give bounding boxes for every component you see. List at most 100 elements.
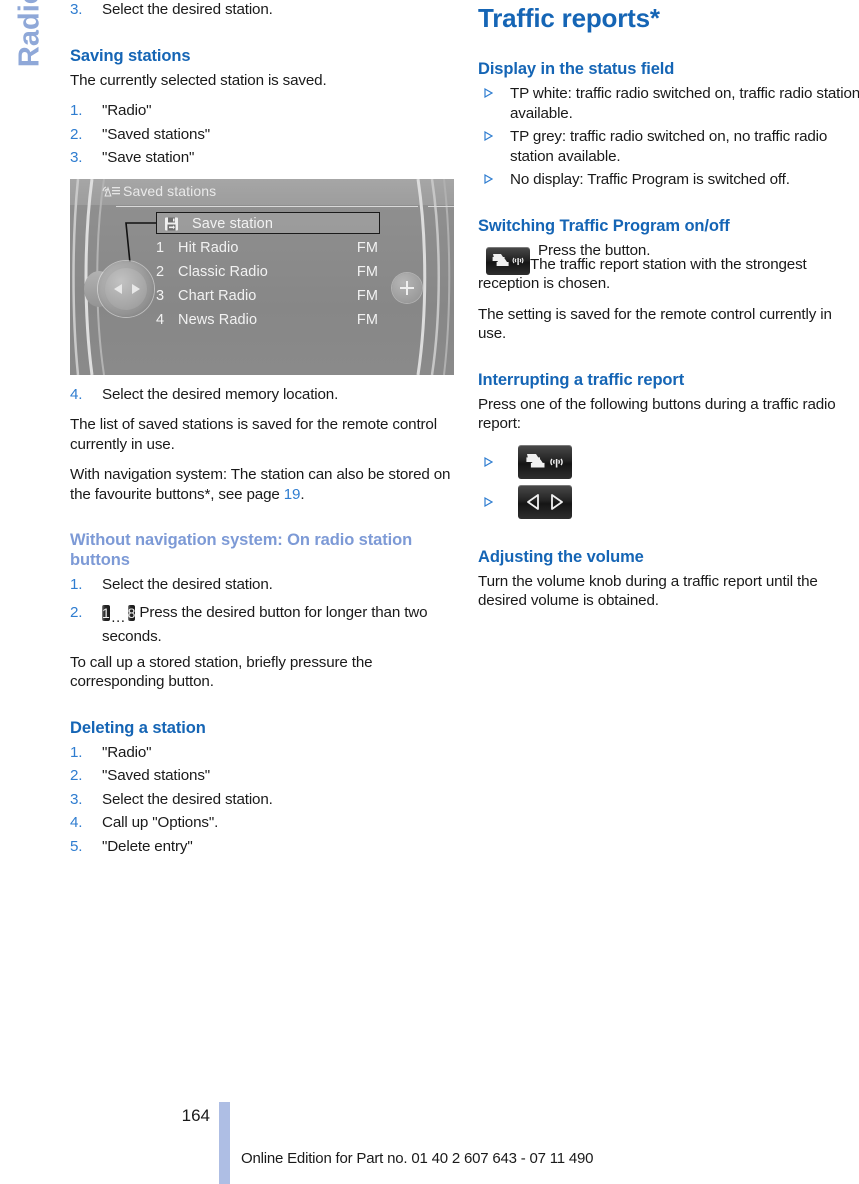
- triangle-bullet-icon: [484, 174, 493, 184]
- deleting-steps: 1. "Radio" 2. "Saved stations" 3. Select…: [70, 743, 454, 857]
- step-number: 2.: [70, 603, 83, 621]
- preset-button-8-icon[interactable]: 8: [127, 604, 135, 621]
- plus-icon[interactable]: [392, 272, 422, 303]
- list-item: No display: Traffic Program is switched …: [478, 170, 859, 190]
- controller-right-arrow-icon: [132, 283, 140, 294]
- list-item: TP white: traffic radio switched on, tra…: [478, 84, 859, 123]
- step-text: "Saved stations": [102, 125, 211, 143]
- page-number: 164: [181, 1106, 210, 1125]
- station-name: Classic Radio: [178, 263, 268, 280]
- bullet-text: TP grey: traffic radio switched on, no t…: [510, 128, 828, 165]
- idrive-header-rule: [116, 205, 418, 207]
- adjusting-volume-para: Turn the volume knob during a traffic re…: [478, 572, 818, 610]
- antenna-list-icon: [102, 185, 120, 197]
- step-text: Select the desired station.: [102, 790, 273, 808]
- page-footer: 164 Online Edition for Part no. 01 40 2 …: [0, 1102, 859, 1184]
- station-name: News Radio: [178, 311, 258, 328]
- idrive-station-row[interactable]: 1 Hit Radio FM: [156, 236, 380, 260]
- chapter-side-tab-label: Radio: [13, 0, 46, 68]
- step-text: "Save station": [102, 149, 195, 166]
- interrupting-bullets: [478, 445, 859, 521]
- step-text: Select the desired station.: [102, 1, 273, 18]
- manual-page: Radio 3. Select the desired station. Sav…: [0, 0, 859, 1184]
- step-number: 4.: [70, 385, 83, 403]
- idrive-station-row[interactable]: 4 News Radio FM: [156, 308, 380, 332]
- seek-left-right-button-icon[interactable]: [518, 485, 572, 520]
- station-band: FM: [356, 287, 378, 304]
- step-text: "Radio": [102, 743, 152, 761]
- ellipsis-separator: …: [110, 608, 127, 626]
- idrive-screen-illustration: Saved stations Save station 1 Hit Radio …: [70, 178, 454, 375]
- idrive-header-rule-right: [428, 205, 454, 207]
- list-item: 3. "Save station": [70, 148, 454, 168]
- triangle-bullet-icon: [484, 88, 493, 98]
- list-item: 5. "Delete entry": [70, 837, 454, 857]
- bullet-text: No display: Traffic Program is switched …: [510, 171, 790, 188]
- station-index: 4: [156, 311, 165, 328]
- step-text: Select the desired station.: [102, 576, 273, 593]
- step-text: Press the desired button for longer than…: [102, 603, 428, 645]
- edition-notice: Online Edition for Part no. 01 40 2 607 …: [241, 1150, 594, 1167]
- traffic-program-button-icon[interactable]: [518, 445, 572, 480]
- seek-arrows-glyph: [527, 494, 563, 511]
- station-index: 2: [156, 263, 165, 280]
- list-item: 1. Select the desired station.: [70, 575, 454, 595]
- heading-switching-traffic-program: Switching Traffic Program on/off: [478, 216, 730, 235]
- step-number: 2.: [70, 767, 83, 785]
- list-item: [478, 445, 859, 481]
- list-item: 2. "Saved stations": [70, 766, 454, 786]
- list-item: 4. Call up "Options".: [70, 813, 454, 833]
- chapter-side-tab: Radio: [0, 0, 62, 200]
- page-reference-link[interactable]: 19: [284, 486, 301, 503]
- station-band: FM: [356, 239, 378, 256]
- heading-deleting-a-station: Deleting a station: [70, 718, 206, 737]
- saving-stations-steps-cont: 4. Select the desired memory location.: [70, 385, 454, 405]
- step-number: 2.: [70, 125, 83, 143]
- saving-stations-steps: 1. "Radio" 2. "Saved stations" 3. "Save …: [70, 101, 454, 168]
- triangle-bullet-icon: [484, 496, 493, 507]
- preset-button-1-icon[interactable]: 1: [102, 604, 110, 621]
- traffic-program-glyph: [526, 454, 563, 468]
- traffic-program-button-icon[interactable]: [486, 246, 530, 275]
- saving-stations-para-2: With navigation system: The station can …: [70, 465, 454, 504]
- without-nav-para: To call up a stored station, briefly pre…: [70, 653, 373, 691]
- idrive-save-station-row[interactable]: Save station: [156, 212, 380, 236]
- floppy-disk-icon: [165, 217, 178, 230]
- switching-tp-para: The setting is saved for the remote cont…: [478, 305, 832, 343]
- right-column: Traffic reports* Display in the status f…: [478, 0, 859, 622]
- station-index: 3: [156, 287, 165, 304]
- traffic-program-glyph: [492, 253, 524, 266]
- step-text: "Radio": [102, 102, 152, 119]
- step-text: "Delete entry": [102, 837, 193, 855]
- step-number: 1.: [70, 102, 83, 119]
- para-2-pre: With navigation system: The station can …: [70, 466, 451, 503]
- heading-display-status-field: Display in the status field: [478, 60, 675, 78]
- list-item: TP grey: traffic radio switched on, no t…: [478, 127, 859, 166]
- saving-stations-intro: The currently selected station is saved.: [70, 71, 327, 89]
- idrive-header-title: Saved stations: [123, 182, 217, 199]
- triangle-bullet-icon: [484, 131, 493, 141]
- para-2-post: .: [300, 485, 305, 503]
- switching-tp-line-1: Press the button.: [538, 241, 651, 259]
- heading-without-navigation: Without navigation system: On radio stat…: [70, 531, 413, 569]
- station-index: 1: [156, 239, 165, 256]
- footer-accent-bar: [219, 1102, 230, 1184]
- heading-saving-stations: Saving stations: [70, 46, 191, 65]
- idrive-controller-icon[interactable]: [105, 267, 147, 310]
- step-number: 5.: [70, 837, 83, 855]
- station-band: FM: [356, 263, 378, 280]
- idrive-station-row[interactable]: 3 Chart Radio FM: [156, 284, 380, 308]
- idrive-save-station-label: Save station: [192, 215, 273, 232]
- step-number: 3.: [70, 790, 83, 808]
- bullet-text: TP white: traffic radio switched on, tra…: [510, 85, 859, 122]
- saving-stations-para-1: The list of saved stations is saved for …: [70, 416, 437, 453]
- controller-left-arrow-icon: [114, 283, 122, 294]
- heading-interrupting-traffic-report: Interrupting a traffic report: [478, 370, 685, 389]
- step-number: 3.: [70, 149, 83, 166]
- interrupting-intro: Press one of the following buttons durin…: [478, 395, 836, 433]
- station-name: Hit Radio: [178, 239, 239, 256]
- idrive-station-row[interactable]: 2 Classic Radio FM: [156, 260, 380, 284]
- step-number: 3.: [70, 1, 83, 18]
- step-number: 1.: [70, 743, 83, 761]
- step-text: Call up "Options".: [102, 814, 219, 832]
